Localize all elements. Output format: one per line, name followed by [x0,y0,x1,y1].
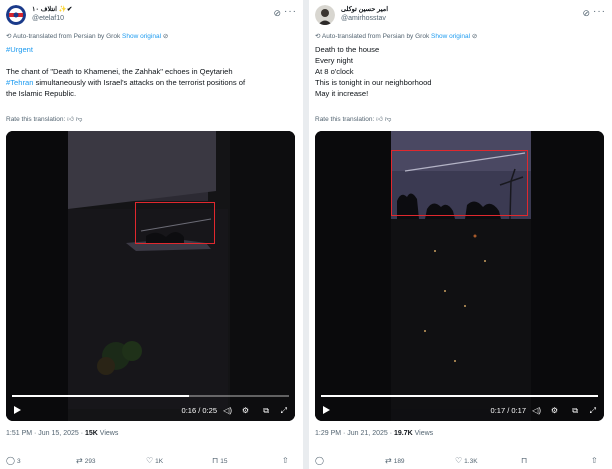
display-name[interactable]: ۱۰ انتلاف ✨✔ [32,5,72,13]
more-icon[interactable]: ··· [593,6,606,17]
pip-icon[interactable]: ⧉ [263,406,269,416]
highlight-box [135,202,215,244]
grok-icon[interactable]: ⊘ [273,8,281,19]
translation-text: Auto-translated from Persian by Grok [321,33,430,40]
post-header: ۱۰ انتلاف ✨✔ @etelaf10 ⊘ ··· [6,5,297,27]
text-line: Death to the house [315,45,380,54]
left-post: ۱۰ انتلاف ✨✔ @etelaf10 ⊘ ··· ⟲ Auto-tran… [0,0,303,469]
text-line: the Islamic Republic. [6,89,77,98]
rate-translation: Rate this translation: 👍︎ 👎︎ [315,115,391,123]
repost-button[interactable]: ⇄ 293 [76,456,96,465]
play-icon[interactable] [14,406,21,414]
post-text: Death to the house Every night At 8 o'cl… [315,44,606,99]
bookmark-icon: ⊓ [521,456,528,465]
volume-icon[interactable]: ◁) [223,406,232,416]
display-name[interactable]: امیر حسین توکلی [341,5,388,13]
fullscreen-icon[interactable]: ⤢ [590,406,596,416]
text-line: Every night [315,56,353,65]
video-frame [6,131,295,421]
show-original-link[interactable]: Show original [122,33,161,40]
user-handle[interactable]: @etelaf10 [32,15,64,22]
user-handle[interactable]: @amirhosstav [341,15,386,22]
views-label: Views [412,430,434,437]
settings-icon[interactable]: ⚙ [242,406,249,416]
post-text: #Urgent The chant of "Death to Khamenei,… [6,44,297,99]
view-count: 19.7K [394,430,413,437]
rate-translation-label: Rate this translation: [6,116,66,123]
share-button[interactable]: ⇧ [591,456,600,465]
bookmark-icon: ⊓ [212,456,219,465]
grok-icon[interactable]: ⊘ [582,8,590,19]
share-icon: ⇧ [282,456,289,465]
thumbs-up-icon[interactable]: 👍︎ [67,116,74,123]
bookmark-count: 15 [220,458,228,465]
text-line: May it increase! [315,89,369,98]
highlight-box [391,150,528,216]
repost-count: 189 [393,458,405,465]
action-bar: ◯ 3 ⇄ 293 ♡ 1K ⊓ 15 ⇧ [6,456,297,466]
view-count: 15K [85,430,98,437]
reply-icon: ◯ [6,456,15,465]
text-line: This is tonight in our neighborhood [315,78,432,87]
post-time[interactable]: 1:29 PM · Jun 21, 2025 · [315,430,394,437]
post-meta: 1:51 PM · Jun 15, 2025 · 15K Views [6,430,118,437]
pip-icon[interactable]: ⧉ [572,406,578,416]
volume-icon[interactable]: ◁) [532,406,541,416]
hashtag-tehran[interactable]: #Tehran [6,78,33,87]
bookmark-button[interactable]: ⊓ [521,456,529,465]
video-player[interactable]: 0:16 / 0:25 ◁) ⚙ ⧉ ⤢ [6,131,295,421]
repost-icon: ⇄ [76,456,83,465]
action-bar: ◯ ⇄ 189 ♡ 1.3K ⊓ ⇧ [315,456,606,466]
text-line: The chant of "Death to Khamenei, the Zah… [6,67,233,76]
right-post: امیر حسین توکلی @amirhosstav ⊘ ··· ⟲ Aut… [309,0,612,469]
repost-button[interactable]: ⇄ 189 [385,456,405,465]
reply-icon: ◯ [315,456,324,465]
share-button[interactable]: ⇧ [282,456,291,465]
like-count: 1.3K [464,458,478,465]
like-icon: ♡ [146,456,154,465]
video-time: 0:16 / 0:25 [181,406,217,415]
video-time: 0:17 / 0:17 [490,406,526,415]
grok-icon: ⊘ [162,33,169,40]
fullscreen-icon[interactable]: ⤢ [281,406,287,416]
reply-count: 3 [16,458,21,465]
reply-button[interactable]: ◯ [315,456,326,465]
settings-icon[interactable]: ⚙ [551,406,558,416]
rate-translation-label: Rate this translation: [315,116,375,123]
grok-icon: ⊘ [471,33,478,40]
like-button[interactable]: ♡ 1.3K [455,456,478,465]
text-line: simultaneously with Israel's attacks on … [33,78,246,87]
show-original-link[interactable]: Show original [431,33,470,40]
thumbs-down-icon[interactable]: 👎︎ [385,116,392,123]
more-icon[interactable]: ··· [284,6,297,17]
rate-translation: Rate this translation: 👍︎ 👎︎ [6,115,82,123]
avatar[interactable] [315,5,335,25]
like-icon: ♡ [455,456,463,465]
like-button[interactable]: ♡ 1K [146,456,163,465]
post-header: امیر حسین توکلی @amirhosstav ⊘ ··· [315,5,606,27]
repost-icon: ⇄ [385,456,392,465]
reply-button[interactable]: ◯ 3 [6,456,21,465]
bookmark-button[interactable]: ⊓ 15 [212,456,227,465]
views-label: Views [97,430,119,437]
video-player[interactable]: 0:17 / 0:17 ◁) ⚙ ⧉ ⤢ [315,131,604,421]
thumbs-up-icon[interactable]: 👍︎ [376,116,383,123]
hashtag-urgent[interactable]: #Urgent [6,44,297,55]
like-count: 1K [155,458,164,465]
video-controls: 0:16 / 0:25 ◁) ⚙ ⧉ ⤢ [6,397,295,421]
thumbs-down-icon[interactable]: 👎︎ [76,116,83,123]
translate-icon: ⟲ [315,33,321,40]
translate-icon: ⟲ [6,33,12,40]
share-icon: ⇧ [591,456,598,465]
translation-notice: ⟲ Auto-translated from Persian by Grok S… [6,32,168,40]
video-controls: 0:17 / 0:17 ◁) ⚙ ⧉ ⤢ [315,397,604,421]
translation-notice: ⟲ Auto-translated from Persian by Grok S… [315,32,477,40]
post-time[interactable]: 1:51 PM · Jun 15, 2025 · [6,430,85,437]
post-meta: 1:29 PM · Jun 21, 2025 · 19.7K Views [315,430,433,437]
repost-count: 293 [84,458,96,465]
play-icon[interactable] [323,406,330,414]
translation-text: Auto-translated from Persian by Grok [12,33,121,40]
text-line: At 8 o'clock [315,67,354,76]
avatar[interactable] [6,5,26,25]
